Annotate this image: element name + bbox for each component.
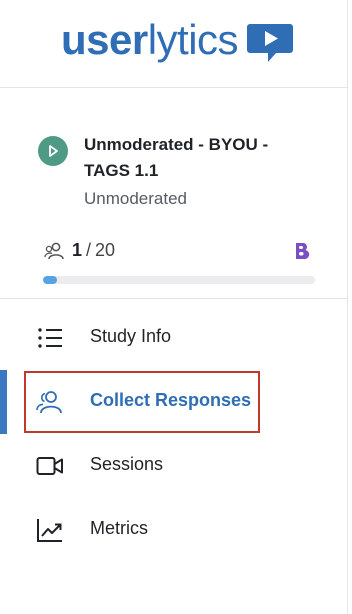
sidebar-item-label: Study Info bbox=[90, 326, 172, 346]
app-header: user lytics bbox=[0, 0, 347, 88]
sidebar-item-study-info[interactable]: Study Info bbox=[0, 306, 347, 370]
progress-bar bbox=[43, 276, 315, 284]
list-icon bbox=[38, 328, 62, 348]
logo-text-bold: user bbox=[61, 16, 148, 63]
sidebar-item-sessions[interactable]: Sessions bbox=[0, 434, 347, 498]
play-icon bbox=[38, 136, 68, 166]
sidebar-item-label: Sessions bbox=[90, 454, 164, 474]
participants-separator: / bbox=[86, 240, 92, 260]
progress-fill bbox=[43, 276, 57, 284]
study-type: Unmoderated bbox=[84, 189, 188, 208]
participants-current: 1 bbox=[72, 240, 83, 260]
logo-text-light: lytics bbox=[147, 16, 239, 63]
logo-play-icon bbox=[247, 24, 294, 62]
video-camera-icon bbox=[36, 457, 63, 475]
chart-icon bbox=[37, 519, 62, 542]
study-card: Unmoderated - BYOU - TAGS 1.1 Unmoderate… bbox=[0, 88, 347, 299]
sidebar-item-metrics[interactable]: Metrics bbox=[0, 498, 347, 562]
highlight-box bbox=[24, 371, 260, 433]
sidebar-item-label: Metrics bbox=[90, 518, 148, 538]
study-title: Unmoderated - BYOU - TAGS 1.1 bbox=[84, 135, 269, 180]
participant-count: 1 / 20 bbox=[44, 240, 115, 261]
participants-total: 20 bbox=[95, 240, 116, 260]
participants-icon bbox=[44, 242, 64, 259]
userlytics-logo[interactable]: user lytics bbox=[61, 14, 294, 66]
b-icon bbox=[296, 243, 310, 260]
sidebar-border bbox=[347, 0, 348, 614]
